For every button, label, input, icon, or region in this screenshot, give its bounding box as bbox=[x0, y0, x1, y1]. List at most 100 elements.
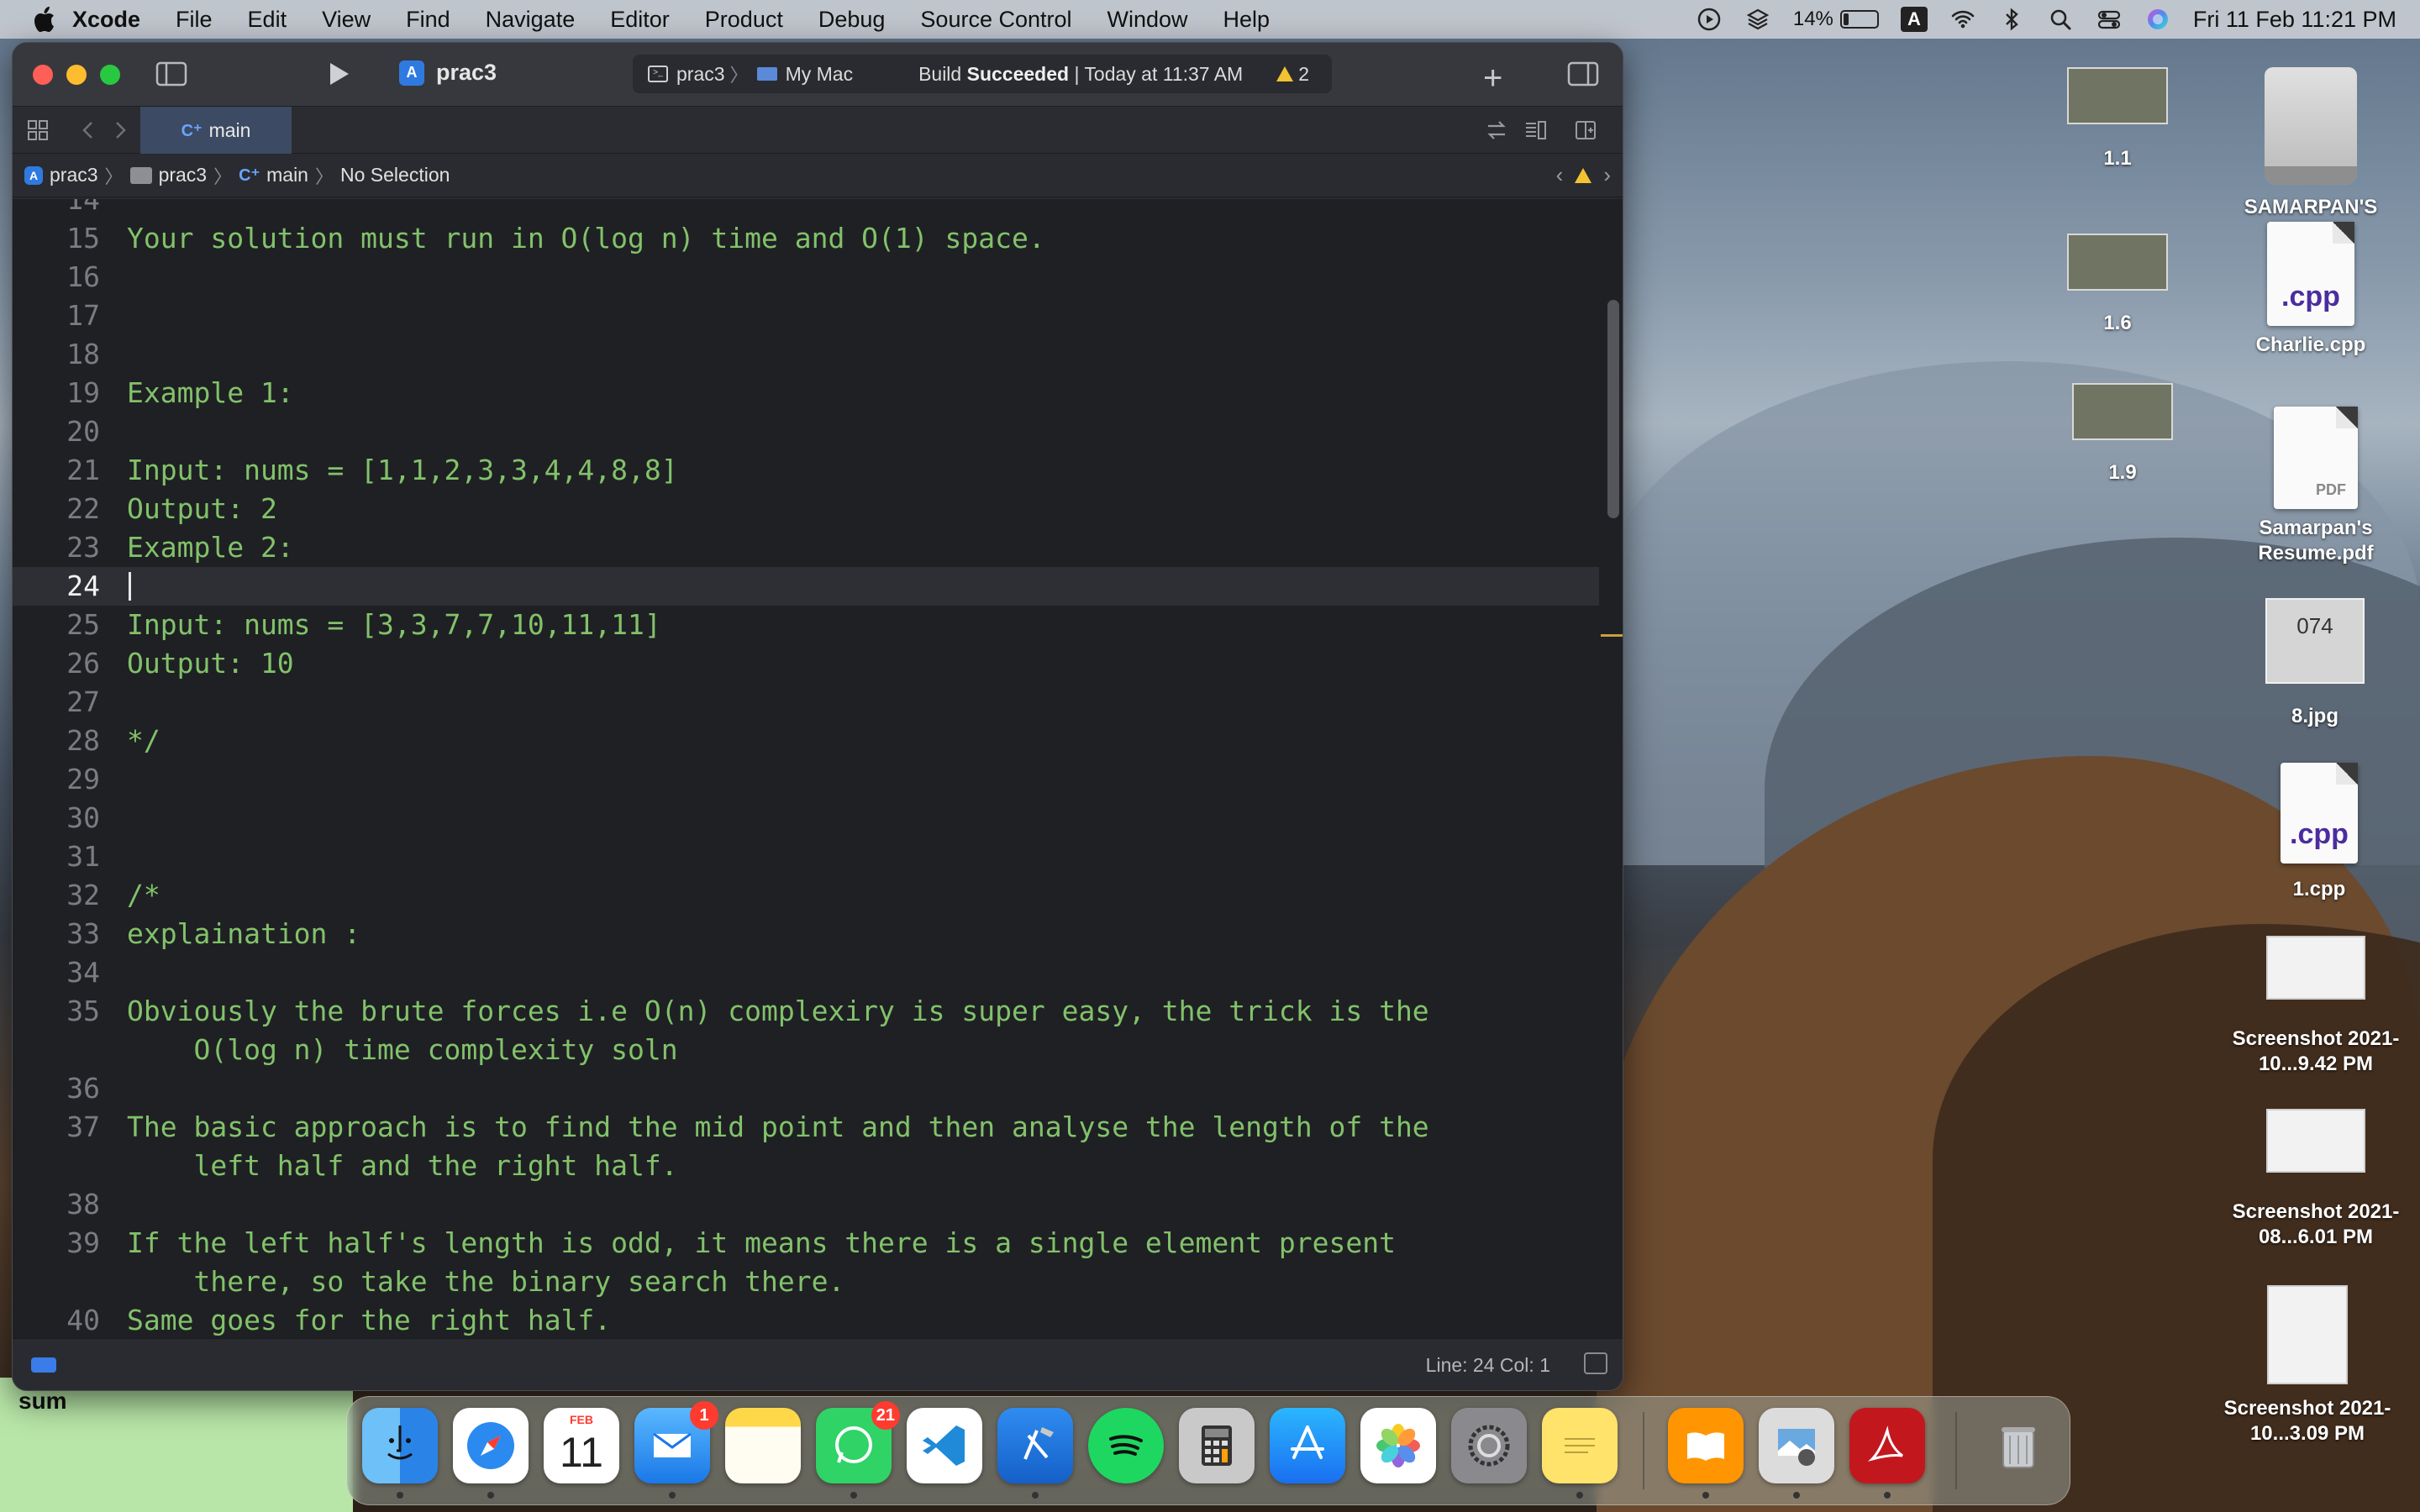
dock-books[interactable] bbox=[1668, 1408, 1744, 1483]
dock-calculator[interactable] bbox=[1179, 1408, 1255, 1483]
menu-product[interactable]: Product bbox=[687, 7, 801, 33]
run-button-icon[interactable] bbox=[322, 60, 354, 88]
menu-editor[interactable]: Editor bbox=[592, 7, 687, 33]
desktop-screenshot-3[interactable]: Screenshot 2021-10...3.09 PM bbox=[2207, 1285, 2408, 1446]
code-line[interactable]: 28 */ bbox=[13, 722, 1599, 760]
code-line[interactable]: 34 bbox=[13, 953, 1599, 992]
desktop-item-1-9[interactable]: 1.9 bbox=[2072, 383, 2173, 486]
debug-area-toggle-icon[interactable] bbox=[31, 1357, 56, 1373]
desktop-item-1-6[interactable]: 1.6 bbox=[2067, 234, 2168, 336]
dock-trash[interactable] bbox=[1981, 1408, 2056, 1483]
next-issue-icon[interactable]: › bbox=[1603, 162, 1611, 188]
menu-app-name[interactable]: Xcode bbox=[67, 7, 158, 33]
dock-whatsapp[interactable]: 21 bbox=[816, 1401, 900, 1483]
breadcrumb-file[interactable]: main bbox=[266, 164, 308, 186]
activity-status-view[interactable]: >_ prac3 〉 My Mac Build Succeeded | Toda… bbox=[633, 55, 1332, 93]
input-source-icon[interactable]: A bbox=[1900, 7, 1928, 32]
scheme-name[interactable]: prac3 bbox=[676, 63, 725, 86]
menu-navigate[interactable]: Navigate bbox=[468, 7, 593, 33]
breadcrumb-project[interactable]: prac3 bbox=[50, 164, 98, 186]
code-line[interactable]: 38 bbox=[13, 1185, 1599, 1224]
dock-xcode[interactable] bbox=[997, 1408, 1073, 1483]
menu-view[interactable]: View bbox=[304, 7, 388, 33]
desktop-screenshot-2[interactable]: Screenshot 2021-08...6.01 PM bbox=[2215, 1109, 2417, 1250]
code-line[interactable]: 37 The basic approach is to find the mid … bbox=[13, 1108, 1599, 1147]
menu-edit[interactable]: Edit bbox=[230, 7, 305, 33]
menu-help[interactable]: Help bbox=[1206, 7, 1288, 33]
code-line[interactable]: 17 bbox=[13, 297, 1599, 335]
grid-icon[interactable] bbox=[24, 117, 51, 144]
zoom-window-button[interactable] bbox=[100, 64, 120, 85]
battery-indicator[interactable]: 14% bbox=[1793, 8, 1879, 31]
code-line[interactable]: 24 bbox=[13, 567, 1599, 606]
swap-icon[interactable] bbox=[1483, 117, 1510, 144]
menu-source-control[interactable]: Source Control bbox=[902, 7, 1089, 33]
menu-debug[interactable]: Debug bbox=[801, 7, 903, 33]
navigator-toggle-icon[interactable] bbox=[155, 60, 187, 88]
code-line[interactable]: 39 If the left half's length is odd, it m… bbox=[13, 1224, 1599, 1263]
dock-stickies[interactable] bbox=[1542, 1408, 1618, 1483]
tab-main[interactable]: C⁺ main bbox=[140, 107, 292, 154]
menubar-clock[interactable]: Fri 11 Feb 11:21 PM bbox=[2193, 7, 2396, 33]
code-line[interactable]: 30 bbox=[13, 799, 1599, 837]
source-editor[interactable]: 14 15 Your solution must run in O(log n) t… bbox=[13, 199, 1623, 1338]
code-line[interactable]: 22 Output: 2 bbox=[13, 490, 1599, 528]
code-line[interactable]: 20 bbox=[13, 412, 1599, 451]
code-line[interactable]: 26 Output: 10 bbox=[13, 644, 1599, 683]
control-center-icon[interactable] bbox=[2096, 6, 2123, 33]
breadcrumb-folder[interactable]: prac3 bbox=[159, 164, 208, 186]
back-chevron-icon[interactable] bbox=[75, 117, 102, 144]
spotlight-search-icon[interactable] bbox=[2047, 6, 2074, 33]
menu-file[interactable]: File bbox=[158, 7, 230, 33]
dock-app-store[interactable] bbox=[1270, 1408, 1345, 1483]
minimize-window-button[interactable] bbox=[66, 64, 87, 85]
desktop-screenshot-1[interactable]: Screenshot 2021-10...9.42 PM bbox=[2215, 936, 2417, 1077]
dock-mail[interactable]: 1 bbox=[634, 1401, 718, 1483]
code-line[interactable]: 21 Input: nums = [1,1,2,3,3,4,4,8,8] bbox=[13, 451, 1599, 490]
dock-finder[interactable] bbox=[362, 1408, 438, 1483]
console-toggle-icon[interactable] bbox=[1584, 1352, 1607, 1374]
scrollbar-thumb[interactable] bbox=[1607, 300, 1619, 518]
warning-count[interactable]: 2 bbox=[1276, 63, 1309, 86]
code-line[interactable]: 40 Same goes for the right half. bbox=[13, 1301, 1599, 1338]
project-title[interactable]: A prac3 bbox=[399, 60, 497, 86]
dock-system-preferences[interactable] bbox=[1451, 1408, 1527, 1483]
library-add-icon[interactable]: + bbox=[1483, 60, 1502, 97]
dock-safari[interactable] bbox=[453, 1408, 529, 1483]
menu-window[interactable]: Window bbox=[1090, 7, 1206, 33]
editor-scrollbar[interactable] bbox=[1599, 199, 1623, 1338]
run-destination[interactable]: My Mac bbox=[786, 63, 854, 86]
breadcrumb-selection[interactable]: No Selection bbox=[340, 164, 450, 186]
editor-options-icon[interactable] bbox=[1522, 117, 1549, 144]
code-line[interactable]: left half and the right half. bbox=[13, 1147, 1599, 1185]
code-line[interactable]: 14 bbox=[13, 199, 1599, 219]
code-line[interactable]: 25 Input: nums = [3,3,7,7,10,11,11] bbox=[13, 606, 1599, 644]
code-line[interactable]: 18 bbox=[13, 335, 1599, 374]
dock-calendar[interactable]: FEB 11 bbox=[544, 1408, 619, 1483]
code-line[interactable]: 19 Example 1: bbox=[13, 374, 1599, 412]
dock-preview[interactable] bbox=[1759, 1408, 1834, 1483]
dock-acrobat[interactable] bbox=[1849, 1408, 1925, 1483]
code-line[interactable]: there, so take the binary search there. bbox=[13, 1263, 1599, 1301]
code-line[interactable]: 31 bbox=[13, 837, 1599, 876]
desktop-file-resume-pdf[interactable]: PDF Samarpan's Resume.pdf bbox=[2232, 407, 2400, 566]
siri-icon[interactable] bbox=[2144, 6, 2171, 33]
inspector-toggle-icon[interactable] bbox=[1567, 60, 1599, 88]
dock-notes[interactable] bbox=[725, 1408, 801, 1483]
wifi-icon[interactable] bbox=[1949, 6, 1976, 33]
forward-chevron-icon[interactable] bbox=[107, 117, 134, 144]
previous-issue-icon[interactable]: ‹ bbox=[1556, 162, 1564, 188]
desktop-file-8-jpg[interactable]: 074 8.jpg bbox=[2260, 598, 2370, 729]
code-line[interactable]: 35 Obviously the brute forces i.e O(n) co… bbox=[13, 992, 1599, 1031]
apple-menu-icon[interactable] bbox=[20, 0, 67, 39]
dock-photos[interactable] bbox=[1360, 1408, 1436, 1483]
code-line[interactable]: 29 bbox=[13, 760, 1599, 799]
add-editor-icon[interactable] bbox=[1572, 117, 1599, 144]
desktop-file-charlie-cpp[interactable]: .cpp Charlie.cpp bbox=[2227, 222, 2395, 358]
desktop-item-1-1[interactable]: 1.1 bbox=[2067, 67, 2168, 171]
code-line[interactable]: 32 /* bbox=[13, 876, 1599, 915]
menu-find[interactable]: Find bbox=[388, 7, 468, 33]
code-line[interactable]: 15 Your solution must run in O(log n) tim… bbox=[13, 219, 1599, 258]
desktop-file-1-cpp[interactable]: .cpp 1.cpp bbox=[2269, 763, 2370, 902]
close-window-button[interactable] bbox=[33, 64, 53, 85]
